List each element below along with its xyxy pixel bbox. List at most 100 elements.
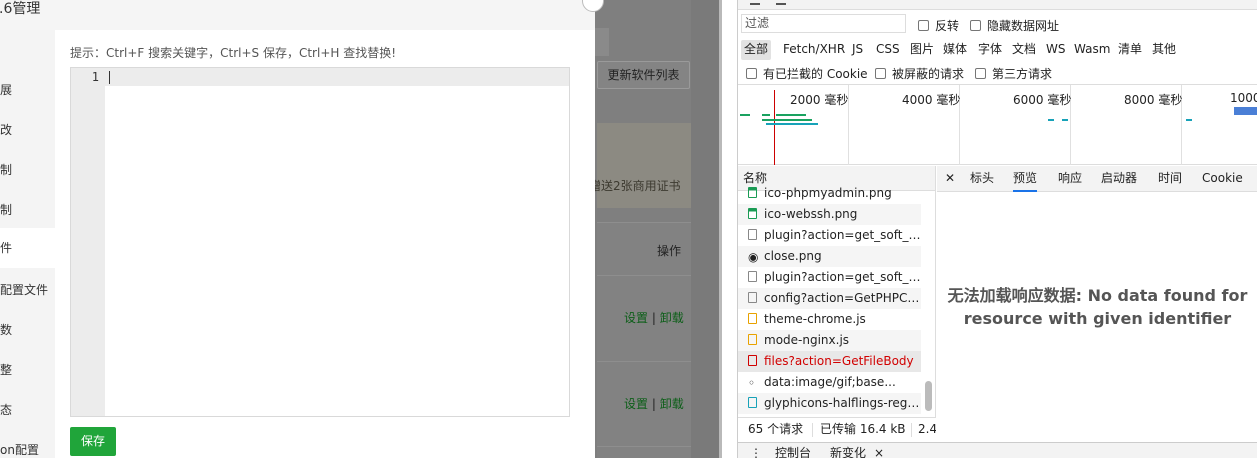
request-row[interactable]: glyphicons-halflings-regular... (738, 393, 921, 414)
sidebar-item-active[interactable]: 件 (0, 228, 55, 268)
request-name: mode-nginx.js (764, 333, 850, 347)
drawer-menu-icon[interactable]: ⋮ (750, 443, 762, 458)
uninstall-link[interactable]: 卸载 (660, 311, 684, 325)
actions-column-header: 操作 (657, 244, 682, 258)
upload-icon[interactable] (776, 0, 786, 5)
no-data-message: 无法加载响应数据: No data found for resource wit… (947, 286, 1248, 328)
timeline-tick-label: 1000 (1230, 91, 1257, 105)
action-separator: | (651, 397, 656, 411)
request-name: ico-webssh.png (764, 207, 858, 221)
download-icon[interactable] (750, 0, 760, 5)
type-filter-doc[interactable]: 文档 (1012, 40, 1036, 60)
request-name: ico-phpmyadmin.png (764, 186, 892, 200)
tab-preview[interactable]: 预览 (1013, 166, 1038, 192)
tab-cookies[interactable]: Cookie (1202, 166, 1243, 192)
table-row-actions: 设置 | 卸载 (624, 395, 684, 412)
close-detail-icon[interactable]: ✕ (945, 166, 955, 192)
type-filter-manifest[interactable]: 清单 (1118, 40, 1142, 60)
settings-link[interactable]: 设置 (624, 397, 648, 411)
settings-link[interactable]: 设置 (624, 311, 648, 325)
status-divider (911, 423, 912, 437)
request-row[interactable]: ◦ data:image/gif;base... (738, 372, 921, 393)
timeline-bar (762, 114, 770, 116)
request-name: data:image/gif;base... (764, 375, 896, 389)
devtools-splitter[interactable] (719, 0, 722, 458)
promo-notice-text: 赠送2张商用证书 (589, 179, 681, 193)
request-row[interactable]: plugin?action=get_soft_find (738, 225, 921, 246)
blocked-requests-label: 被屏蔽的请求 (892, 67, 965, 81)
devtools-network-panel: 过滤 反转 隐藏数据网址 全部 Fetch/XHR JS CSS 图片 媒体 字… (737, 0, 1257, 458)
type-filter-wasm[interactable]: Wasm (1074, 40, 1110, 60)
network-timeline[interactable]: 2000 毫秒 4000 毫秒 6000 毫秒 8000 毫秒 1000 (738, 85, 1257, 165)
update-software-list-button[interactable]: 更新软件列表 (597, 61, 690, 89)
filter-input[interactable]: 过滤 (741, 14, 906, 33)
tab-console[interactable]: 控制台 (775, 443, 811, 458)
blocked-requests-checkbox[interactable]: 被屏蔽的请求 (875, 65, 964, 82)
request-row[interactable]: ◉ close.png (738, 246, 921, 267)
document-icon (748, 355, 757, 366)
request-row-selected[interactable]: files?action=GetFileBody (738, 351, 921, 372)
request-list-scrollbar[interactable] (925, 381, 932, 411)
script-icon (748, 313, 757, 324)
type-filter-fetch-xhr[interactable]: Fetch/XHR (783, 40, 845, 60)
sidebar-item[interactable]: 态 (0, 400, 55, 420)
type-filter-other[interactable]: 其他 (1152, 40, 1176, 60)
row-divider (597, 275, 691, 276)
action-separator: | (651, 311, 656, 325)
hide-data-urls-checkbox[interactable]: 隐藏数据网址 (970, 17, 1059, 34)
request-row[interactable]: mode-nginx.js (738, 330, 921, 351)
third-party-label: 第三方请求 (992, 67, 1053, 81)
sidebar-item[interactable]: 展 (0, 80, 55, 100)
request-row[interactable]: ico-webssh.png (738, 204, 921, 225)
request-name: theme-chrome.js (764, 312, 866, 326)
shortcut-hint: 提示：Ctrl+F 搜索关键字，Ctrl+S 保存，Ctrl+H 查找替换! (70, 46, 397, 60)
sidebar-item[interactable]: 数 (0, 320, 55, 340)
request-row[interactable]: config?action=GetPHPConf (738, 288, 921, 309)
request-row[interactable]: ico-phpmyadmin.png (738, 183, 921, 204)
type-filter-ws[interactable]: WS (1046, 40, 1065, 60)
sidebar-item[interactable]: 改 (0, 120, 55, 140)
sidebar-item[interactable]: 制 (0, 200, 55, 220)
detail-tab-bar: ✕ 标头 预览 响应 启动器 时间 Cookie (937, 166, 1257, 192)
type-filter-all[interactable]: 全部 (741, 40, 772, 60)
timeline-bar (1062, 119, 1068, 121)
uninstall-link[interactable]: 卸载 (660, 397, 684, 411)
save-button[interactable]: 保存 (70, 427, 116, 456)
image-icon: ◉ (748, 250, 759, 264)
timeline-tick-label: 8000 毫秒 (1124, 93, 1183, 107)
request-count: 65 个请求 (748, 422, 804, 436)
request-name: plugin?action=get_soft_find (764, 270, 921, 284)
tab-headers[interactable]: 标头 (970, 166, 994, 192)
sidebar-item[interactable]: 配置文件 (0, 280, 55, 300)
tab-response[interactable]: 响应 (1058, 166, 1082, 192)
timeline-bar (1048, 119, 1054, 121)
tab-changes[interactable]: 新变化 (830, 443, 866, 458)
document-icon (748, 271, 757, 282)
type-filter-css[interactable]: CSS (876, 40, 900, 60)
sidebar-item[interactable]: 制 (0, 160, 55, 180)
blocked-cookies-label: 有已拦截的 Cookie (763, 67, 868, 81)
type-filter-img[interactable]: 图片 (910, 40, 934, 60)
code-editor[interactable]: 1 (70, 67, 570, 417)
type-filter-js[interactable]: JS (852, 40, 863, 60)
tab-initiator[interactable]: 启动器 (1101, 166, 1137, 192)
type-filter-font[interactable]: 字体 (978, 40, 1002, 60)
sidebar-item[interactable]: on配置 (0, 440, 55, 458)
timeline-load-marker (774, 90, 775, 165)
request-list: 名称 ico-phpmyadmin.png ico-webssh.png plu… (738, 166, 936, 441)
sidebar-item[interactable]: 整 (0, 360, 55, 380)
blocked-cookies-checkbox[interactable]: 有已拦截的 Cookie (746, 65, 868, 82)
type-filter-media[interactable]: 媒体 (943, 40, 967, 60)
tab-timing[interactable]: 时间 (1158, 166, 1182, 192)
request-row[interactable]: plugin?action=get_soft_find (738, 267, 921, 288)
document-icon (748, 292, 757, 303)
font-icon (748, 397, 757, 408)
third-party-checkbox[interactable]: 第三方请求 (975, 65, 1052, 82)
invert-checkbox[interactable]: 反转 (918, 17, 959, 34)
timeline-bar (766, 123, 818, 125)
request-row[interactable]: theme-chrome.js (738, 309, 921, 330)
editor-caret (109, 71, 110, 84)
timeline-bar (762, 119, 812, 121)
request-name: config?action=GetPHPConf (764, 291, 921, 305)
close-tab-icon[interactable]: × (874, 443, 884, 458)
